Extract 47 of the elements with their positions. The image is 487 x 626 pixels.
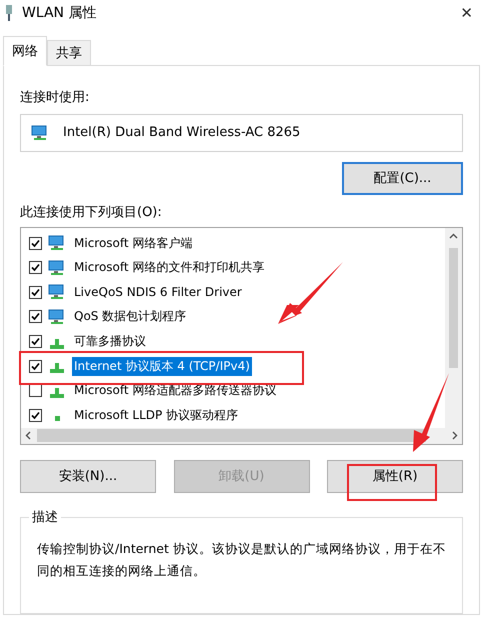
- description-text: 传输控制协议/Internet 协议。该协议是默认的广域网络协议，用于在不同的相互连接的网络上通信。: [37, 540, 446, 580]
- scroll-right-icon[interactable]: [452, 431, 458, 440]
- checkbox[interactable]: [29, 335, 42, 348]
- checkbox[interactable]: [29, 360, 42, 373]
- list-item[interactable]: Internet 协议版本 4 (TCP/IPv4): [72, 356, 252, 376]
- list-item[interactable]: QoS 数据包计划程序: [72, 307, 188, 326]
- section-label: 连接时使用:: [20, 89, 90, 106]
- list-item[interactable]: Microsoft LLDP 协议驱动程序: [72, 406, 240, 425]
- checkbox[interactable]: [29, 408, 42, 422]
- checkbox[interactable]: [29, 384, 42, 398]
- tab[interactable]: 共享: [47, 40, 91, 66]
- list-item[interactable]: LiveQoS NDIS 6 Filter Driver: [72, 284, 244, 300]
- checkbox[interactable]: [29, 286, 42, 299]
- vertical-scrollbar[interactable]: [445, 228, 462, 428]
- close-button[interactable]: ✕: [460, 4, 473, 22]
- horizontal-scrollbar[interactable]: [21, 428, 462, 444]
- section-label: 此连接使用下列项目(O):: [20, 204, 163, 221]
- list-item[interactable]: 可靠多播协议: [72, 332, 148, 352]
- check-mark-icon: [31, 362, 40, 371]
- checkbox[interactable]: [29, 236, 42, 250]
- arrow-annotation: [278, 262, 343, 324]
- check-mark-icon: [31, 337, 40, 346]
- check-mark-icon: [31, 263, 40, 272]
- network-icon: [48, 235, 66, 252]
- configure-button[interactable]: 配置(C)...: [342, 162, 463, 195]
- window-title: WLAN 属性: [22, 4, 98, 22]
- check-mark-icon: [31, 288, 40, 297]
- scroll-up-icon[interactable]: [449, 232, 458, 239]
- checkbox[interactable]: [29, 261, 42, 274]
- list-item[interactable]: Microsoft 网络的文件和打印机共享: [72, 258, 266, 278]
- network-cable-icon: [4, 5, 14, 21]
- network-icon: [48, 308, 66, 325]
- check-mark-icon: [31, 410, 40, 420]
- action-button[interactable]: 安装(N)...: [20, 460, 156, 493]
- adapter-name: Intel(R) Dual Band Wireless-AC 8265: [63, 125, 300, 140]
- network-icon: [31, 124, 49, 141]
- check-mark-icon: [31, 312, 40, 322]
- check-mark-icon: [31, 238, 40, 248]
- scroll-left-icon[interactable]: [25, 431, 31, 440]
- network-icon: [48, 260, 66, 276]
- action-button[interactable]: 属性(R): [327, 460, 463, 493]
- driver-icon: [55, 416, 60, 421]
- group-legend: 描述: [29, 508, 61, 526]
- list-item[interactable]: Microsoft 网络客户端: [72, 234, 194, 253]
- network-icon: [48, 284, 66, 300]
- tab[interactable]: 网络: [3, 36, 47, 66]
- checkbox[interactable]: [29, 310, 42, 324]
